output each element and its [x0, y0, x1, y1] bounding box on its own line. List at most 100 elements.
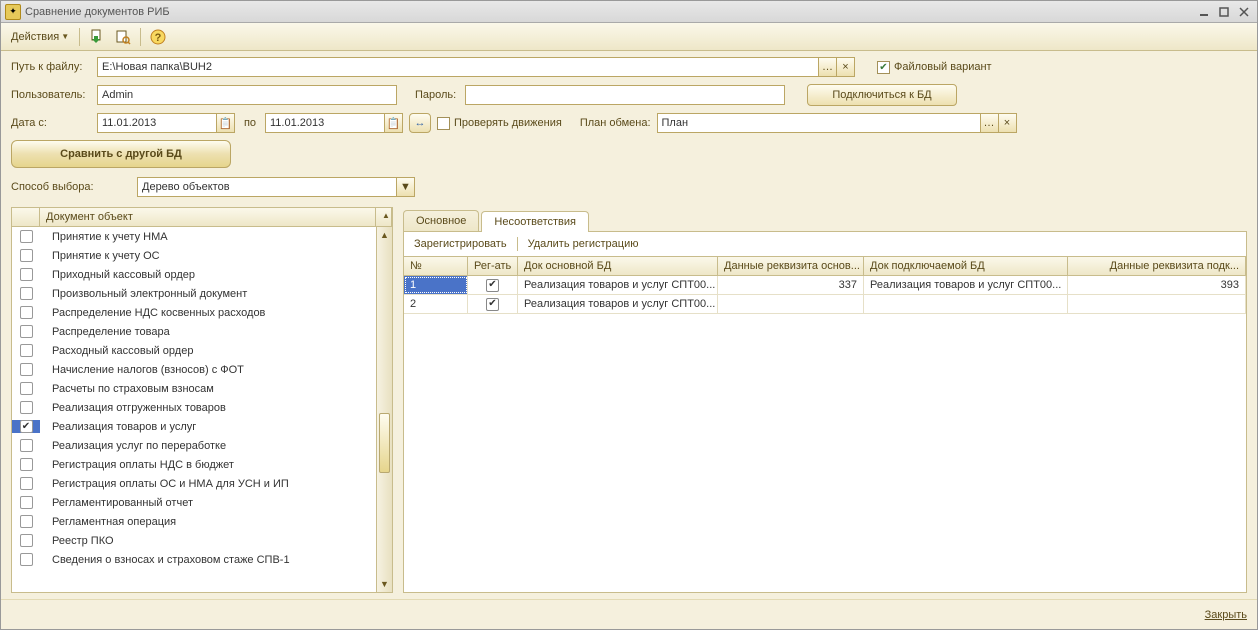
tree-row[interactable]: Начисление налогов (взносов) с ФОТ — [12, 360, 376, 379]
tree-row-checkbox-cell[interactable] — [12, 325, 40, 338]
path-input[interactable] — [97, 57, 819, 77]
toolbar-btn-2[interactable] — [112, 27, 134, 47]
tree-row-label: Принятие к учету ОС — [40, 250, 376, 262]
tree-row[interactable]: Реестр ПКО — [12, 531, 376, 550]
date-from-picker[interactable]: 📋 — [217, 113, 235, 133]
selection-mode-select[interactable] — [137, 177, 397, 197]
date-to-picker[interactable]: 📋 — [385, 113, 403, 133]
path-browse-button[interactable]: … — [819, 57, 837, 77]
window-maximize-button[interactable] — [1215, 4, 1233, 20]
password-input[interactable] — [465, 85, 785, 105]
cell-val-main — [718, 295, 864, 313]
tree-row[interactable]: Произвольный электронный документ — [12, 284, 376, 303]
tree-row-checkbox-cell[interactable] — [12, 287, 40, 300]
col-num[interactable]: № — [404, 257, 468, 275]
tree-header-row: Документ объект ▲ — [12, 208, 392, 227]
col-doc-main[interactable]: Док основной БД — [518, 257, 718, 275]
file-variant-checkbox[interactable]: ✔ Файловый вариант — [877, 61, 992, 74]
tree-row-checkbox-cell[interactable] — [12, 534, 40, 547]
checkbox-icon[interactable] — [486, 298, 499, 311]
object-tree-panel: Документ объект ▲ Принятие к учету НМА Пр… — [11, 207, 393, 593]
app-icon: ✦ — [5, 4, 21, 20]
connect-button[interactable]: Подключиться к БД — [807, 84, 957, 106]
selection-mode-dropdown-button[interactable]: ▼ — [397, 177, 415, 197]
checkbox-icon[interactable] — [486, 279, 499, 292]
tree-row-checkbox-cell[interactable] — [12, 477, 40, 490]
table-row[interactable]: 1Реализация товаров и услуг СПТ00...337Р… — [404, 276, 1246, 295]
tree-row[interactable]: Сведения о взносах и страховом стаже СПВ… — [12, 550, 376, 569]
tree-row-checkbox-cell[interactable] — [12, 363, 40, 376]
tree-row[interactable]: Принятие к учету ОС — [12, 246, 376, 265]
tree-row-checkbox-cell[interactable] — [12, 382, 40, 395]
col-doc-conn[interactable]: Док подключаемой БД — [864, 257, 1068, 275]
scroll-track[interactable] — [377, 243, 392, 576]
scroll-thumb[interactable] — [379, 413, 390, 473]
tree-row[interactable]: Регламентированный отчет — [12, 493, 376, 512]
register-action[interactable]: Зарегистрировать — [410, 236, 511, 252]
path-label: Путь к файлу: — [11, 61, 91, 73]
tree-row[interactable]: Приходный кассовый ордер — [12, 265, 376, 284]
tree-row-checkbox-cell[interactable] — [12, 515, 40, 528]
tree-scrollbar[interactable]: ▲ ▼ — [376, 227, 392, 592]
tree-row-checkbox-cell[interactable] — [12, 420, 40, 433]
actions-menu[interactable]: Действия ▼ — [7, 29, 73, 45]
tab[interactable]: Несоответствия — [481, 211, 589, 232]
chevron-down-icon: ▼ — [61, 32, 69, 41]
tree-row[interactable]: Распределение НДС косвенных расходов — [12, 303, 376, 322]
cell-reg[interactable] — [468, 276, 518, 294]
tree-row-checkbox-cell[interactable] — [12, 306, 40, 319]
tree-row[interactable]: Регистрация оплаты НДС в бюджет — [12, 455, 376, 474]
tab[interactable]: Основное — [403, 210, 479, 231]
tree-header-check[interactable] — [12, 208, 40, 226]
table-row[interactable]: 2Реализация товаров и услуг СПТ00... — [404, 295, 1246, 314]
tree-row[interactable]: Принятие к учету НМА — [12, 227, 376, 246]
date-to-input[interactable] — [265, 113, 385, 133]
user-input[interactable] — [97, 85, 397, 105]
scroll-down-button[interactable]: ▼ — [377, 576, 392, 592]
tree-row[interactable]: Реализация товаров и услуг — [12, 417, 376, 436]
main-split: Документ объект ▲ Принятие к учету НМА Пр… — [1, 207, 1257, 599]
tree-row-checkbox-cell[interactable] — [12, 553, 40, 566]
checkbox-icon — [20, 382, 33, 395]
delete-registration-action[interactable]: Удалить регистрацию — [524, 236, 643, 252]
col-val-conn[interactable]: Данные реквизита подк... — [1068, 257, 1246, 275]
tree-row-checkbox-cell[interactable] — [12, 268, 40, 281]
toolbar-separator — [517, 237, 518, 251]
path-clear-button[interactable]: × — [837, 57, 855, 77]
check-movements-checkbox[interactable]: Проверять движения — [437, 117, 562, 130]
date-range-button[interactable]: ↔ — [409, 113, 431, 133]
col-reg[interactable]: Рег-ать — [468, 257, 518, 275]
tree-row[interactable]: Расходный кассовый ордер — [12, 341, 376, 360]
window-minimize-button[interactable] — [1195, 4, 1213, 20]
tree-row-checkbox-cell[interactable] — [12, 496, 40, 509]
tree-row-checkbox-cell[interactable] — [12, 401, 40, 414]
exchange-plan-input[interactable] — [657, 113, 981, 133]
toolbar-btn-1[interactable] — [86, 27, 108, 47]
tree-row[interactable]: Регистрация оплаты ОС и НМА для УСН и ИП — [12, 474, 376, 493]
results-panel: ОсновноеНесоответствия Зарегистрировать … — [403, 207, 1247, 593]
tree-header-label[interactable]: Документ объект — [40, 208, 376, 226]
tree-row[interactable]: Распределение товара — [12, 322, 376, 341]
close-link[interactable]: Закрыть — [1205, 609, 1247, 621]
date-from-input[interactable] — [97, 113, 217, 133]
help-button[interactable]: ? — [147, 27, 169, 47]
cell-reg[interactable] — [468, 295, 518, 313]
scroll-up-button[interactable]: ▲ — [377, 227, 392, 243]
checkbox-icon — [20, 496, 33, 509]
tree-row-checkbox-cell[interactable] — [12, 439, 40, 452]
tree-row[interactable]: Расчеты по страховым взносам — [12, 379, 376, 398]
tree-row-checkbox-cell[interactable] — [12, 344, 40, 357]
window-close-button[interactable] — [1235, 4, 1253, 20]
col-val-main[interactable]: Данные реквизита основ... — [718, 257, 864, 275]
tree-row-checkbox-cell[interactable] — [12, 458, 40, 471]
tree-row-checkbox-cell[interactable] — [12, 249, 40, 262]
tree-row[interactable]: Регламентная операция — [12, 512, 376, 531]
tree-row[interactable]: Реализация отгруженных товаров — [12, 398, 376, 417]
tree-row-checkbox-cell[interactable] — [12, 230, 40, 243]
tree-row-label: Регламентная операция — [40, 516, 376, 528]
compare-button[interactable]: Сравнить с другой БД — [11, 140, 231, 168]
exchange-plan-clear-button[interactable]: × — [999, 113, 1017, 133]
file-variant-label: Файловый вариант — [894, 61, 992, 73]
exchange-plan-browse-button[interactable]: … — [981, 113, 999, 133]
tree-row[interactable]: Реализация услуг по переработке — [12, 436, 376, 455]
